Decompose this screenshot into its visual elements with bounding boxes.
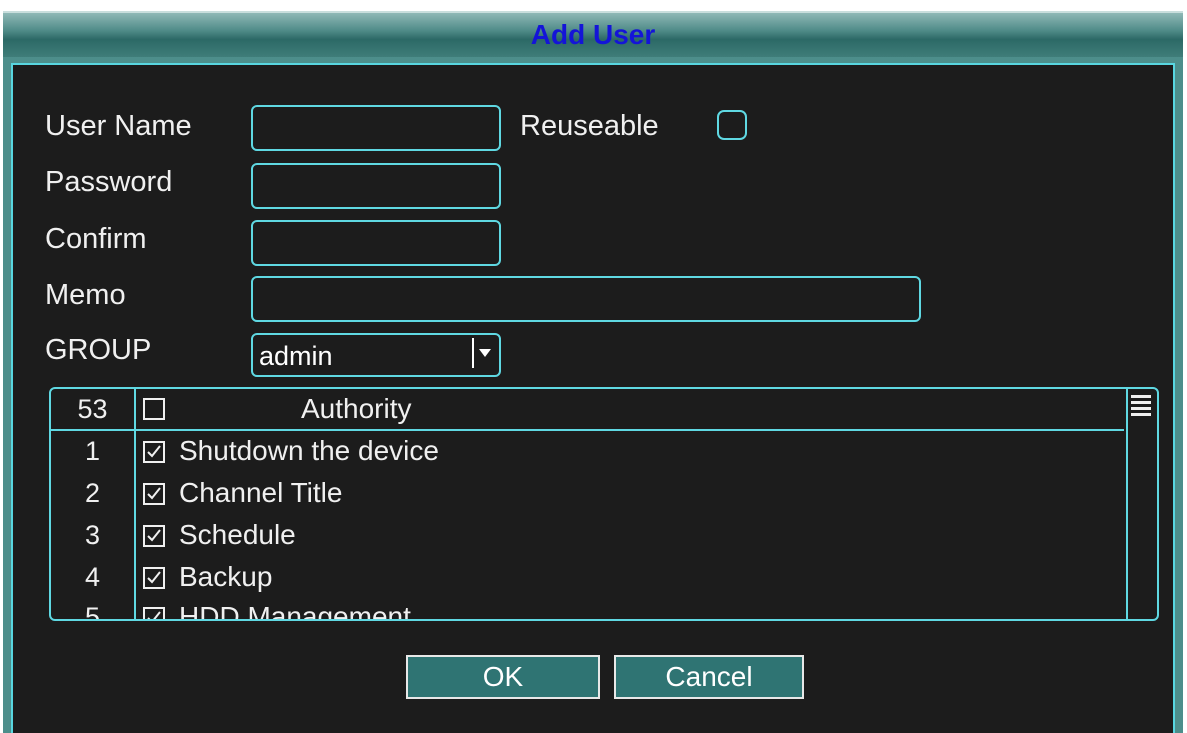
select-all-checkbox[interactable]: [143, 398, 165, 420]
row-number: 3: [84, 520, 101, 550]
confirm-password-input[interactable]: [251, 220, 501, 266]
memo-label: Memo: [45, 279, 126, 311]
dialog-titlebar[interactable]: Add User: [3, 11, 1183, 57]
memo-input[interactable]: [251, 276, 921, 322]
row-label: Backup: [179, 561, 273, 592]
row-label: Channel Title: [179, 477, 343, 508]
group-select[interactable]: admin: [251, 333, 501, 377]
table-row[interactable]: 4 Backup: [51, 557, 1126, 597]
row-number: 4: [84, 562, 101, 592]
cancel-button[interactable]: Cancel: [614, 655, 804, 699]
form-panel: User Name Reuseable Password Confirm Mem…: [11, 63, 1175, 733]
checkmark-icon: [147, 571, 161, 584]
group-select-value: admin: [259, 341, 333, 371]
list-scroll-icon[interactable]: [1131, 395, 1151, 421]
confirm-label: Confirm: [45, 223, 147, 255]
table-row[interactable]: 3 Schedule: [51, 515, 1126, 555]
checkmark-icon: [147, 445, 161, 458]
row-number: 5: [84, 602, 101, 621]
password-input[interactable]: [251, 163, 501, 209]
table-row[interactable]: 2 Channel Title: [51, 473, 1126, 513]
password-label: Password: [45, 166, 173, 198]
dialog-title: Add User: [530, 19, 656, 50]
group-label: GROUP: [45, 334, 152, 366]
user-name-label: User Name: [45, 110, 192, 142]
table-row[interactable]: 1 Shutdown the device: [51, 431, 1126, 471]
authority-count: 53: [77, 394, 108, 424]
row-checkbox[interactable]: [143, 525, 165, 547]
chevron-down-icon[interactable]: [472, 338, 496, 368]
user-name-input[interactable]: [251, 105, 501, 151]
row-number: 2: [84, 478, 101, 508]
row-number: 1: [84, 436, 101, 466]
row-label: Shutdown the device: [179, 435, 439, 466]
row-checkbox[interactable]: [143, 607, 165, 619]
dialog-body: User Name Reuseable Password Confirm Mem…: [3, 57, 1183, 733]
authority-column-header: Authority: [301, 393, 412, 424]
table-row[interactable]: 5 HDD Management: [51, 597, 1126, 621]
add-user-dialog: Add User User Name Reuseable Password Co…: [0, 0, 1187, 733]
row-label: Schedule: [179, 519, 296, 550]
reuseable-label: Reuseable: [520, 110, 659, 142]
row-label: HDD Management: [179, 601, 411, 621]
ok-button[interactable]: OK: [406, 655, 600, 699]
checkmark-icon: [147, 487, 161, 500]
row-checkbox[interactable]: [143, 441, 165, 463]
row-checkbox[interactable]: [143, 483, 165, 505]
checkmark-icon: [147, 611, 161, 619]
authority-table: 53 Authority 1 Shutdown the device 2 Cha…: [49, 387, 1159, 621]
table-header-row: 53 Authority: [51, 389, 1126, 429]
scrollbar-divider: [1126, 389, 1128, 619]
checkmark-icon: [147, 529, 161, 542]
row-checkbox[interactable]: [143, 567, 165, 589]
reuseable-checkbox[interactable]: [717, 110, 747, 140]
